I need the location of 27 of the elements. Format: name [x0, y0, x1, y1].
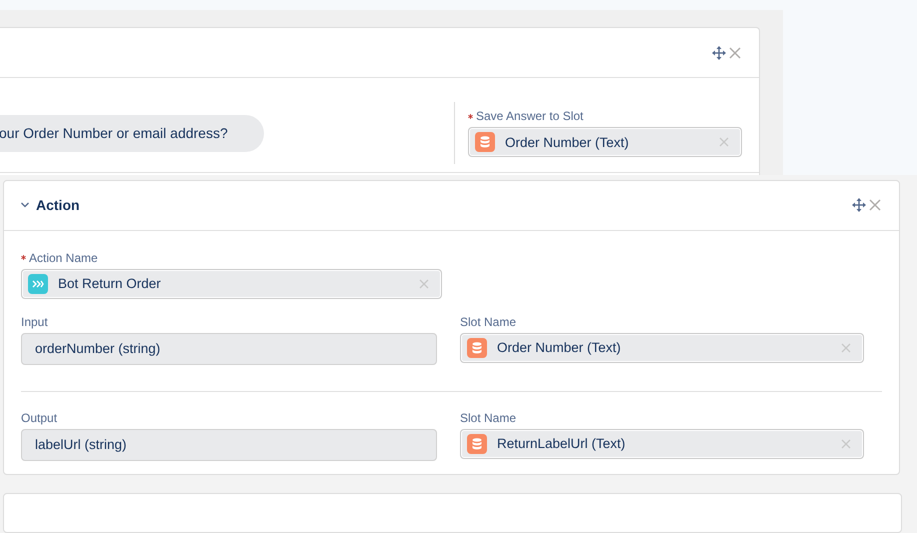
clear-icon[interactable]	[419, 278, 429, 289]
parameter-field: labelUrl (string)	[21, 428, 437, 461]
field-label: Slot Name	[460, 410, 518, 425]
field-label: Slot Name	[460, 314, 518, 329]
field-label: Save Answer to Slot	[468, 109, 742, 123]
move-icon[interactable]	[712, 46, 726, 60]
action-field[interactable]: Bot Return Order	[21, 268, 442, 299]
database-icon	[472, 438, 482, 450]
close-icon[interactable]	[869, 199, 881, 212]
clear-icon[interactable]	[719, 137, 729, 147]
close-icon[interactable]	[729, 46, 741, 58]
required-icon	[21, 255, 26, 260]
parameter-field: orderNumber (string)	[21, 332, 437, 365]
chevrons-icon	[32, 278, 44, 289]
slot-field[interactable]: Order Number (Text)	[468, 127, 742, 157]
required-icon	[468, 114, 473, 118]
field-label: Output	[21, 410, 58, 425]
clear-icon[interactable]	[841, 342, 851, 353]
database-icon	[472, 342, 482, 354]
field-label: Input	[21, 314, 49, 329]
field-label: Action Name	[21, 250, 882, 265]
slot-field[interactable]: Order Number (Text)	[460, 332, 864, 363]
clear-icon[interactable]	[841, 438, 851, 449]
move-icon[interactable]	[852, 198, 866, 212]
slot-field[interactable]: ReturnLabelUrl (Text)	[460, 428, 864, 459]
database-icon	[480, 136, 490, 148]
card-title: Action	[36, 197, 80, 214]
